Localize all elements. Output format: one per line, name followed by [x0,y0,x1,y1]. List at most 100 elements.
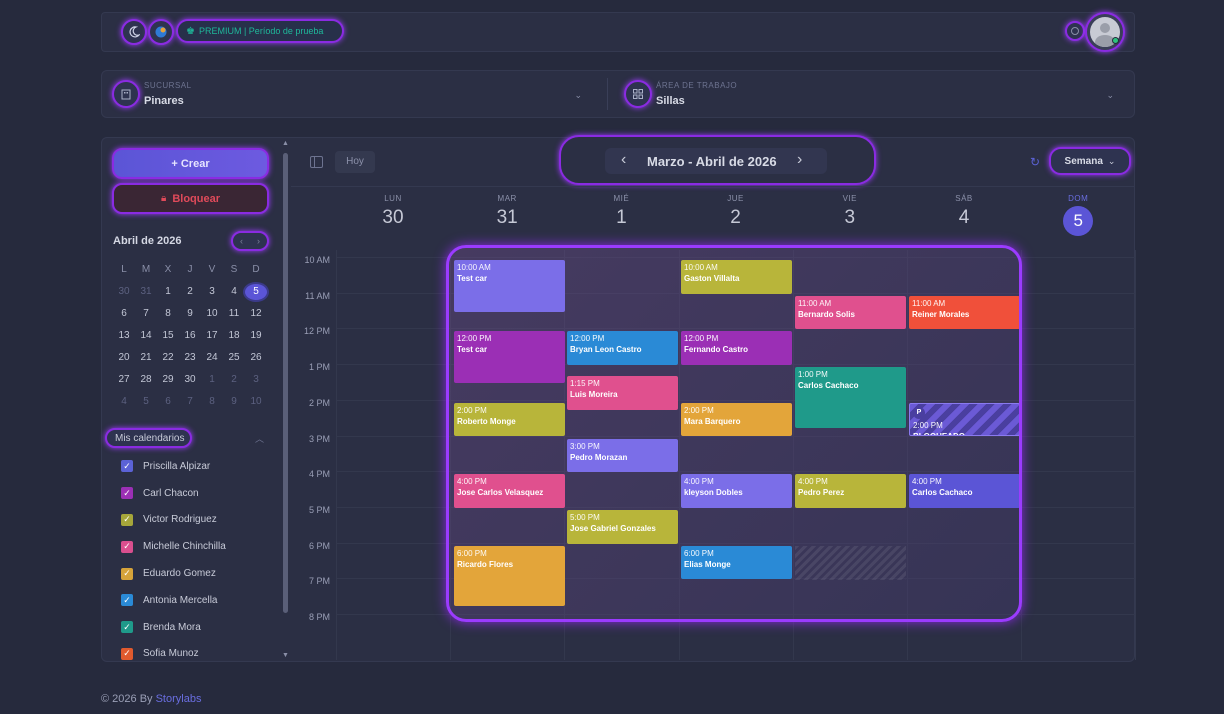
calendar-item[interactable]: ✓ Eduardo Gomez [121,560,281,587]
checkbox-icon[interactable]: ✓ [121,513,133,526]
checkbox-icon[interactable]: ✓ [121,621,133,634]
calendar-event[interactable]: 4:00 PM Carlos Cachaco [909,474,1019,508]
calendar-event[interactable]: 4:00 PM Pedro Perez [795,474,906,508]
day-header[interactable]: DOM 5 [1021,194,1135,236]
premium-badge[interactable]: ♚ PREMIUM | Período de prueba [176,19,344,43]
mini-calendar-day[interactable]: 18 [223,328,245,344]
checkbox-icon[interactable]: ✓ [121,460,133,473]
calendar-event[interactable]: 5:00 PM Jose Gabriel Gonzales [567,509,678,544]
checkbox-icon[interactable]: ✓ [121,567,133,580]
calendar-event[interactable]: 12:00 PM Test car [454,331,565,383]
mini-calendar-day[interactable]: 24 [201,350,223,366]
calendar-event[interactable]: P 2:00 PM BLOQUEADO [909,402,1019,437]
my-calendars-header[interactable]: Mis calendarios [105,428,192,448]
checkbox-icon[interactable]: ✓ [121,487,133,500]
calendar-event[interactable]: 2:00 PM Mara Barquero [681,402,792,437]
previous-week-button[interactable]: ‹ [621,151,626,169]
chevron-up-icon[interactable]: ︿ [255,432,264,445]
calendar-event[interactable]: 2:00 PM Roberto Monge [454,402,565,437]
chevron-right-icon[interactable]: › [257,236,260,246]
calendar-event[interactable]: 11:00 AM Bernardo Solis [795,295,906,330]
day-header[interactable]: LUN 30 [336,194,450,229]
mini-calendar-day[interactable]: 7 [179,394,201,410]
checkbox-icon[interactable]: ✓ [121,540,133,553]
mini-calendar-day[interactable]: 14 [135,328,157,344]
mini-calendar-day[interactable]: 19 [245,328,267,344]
refresh-icon[interactable]: ↻ [1030,155,1040,169]
view-select[interactable]: Semana ⌄ [1049,147,1131,175]
day-header[interactable]: VIE 3 [793,194,907,229]
mini-calendar-day[interactable]: 17 [201,328,223,344]
branch-select[interactable]: SUCURSAL Pinares ⌄ [112,78,592,110]
mini-calendar-day[interactable]: 27 [113,372,135,388]
calendar-event[interactable]: 1:00 PM Carlos Cachaco [795,367,906,428]
mini-calendar-nav[interactable]: ‹ › [231,231,269,251]
calendar-item[interactable]: ✓ Antonia Mercella [121,587,281,614]
mini-calendar-day[interactable]: 16 [179,328,201,344]
mini-calendar-day[interactable]: 20 [113,350,135,366]
calendar-item[interactable]: ✓ Victor Rodriguez [121,507,281,534]
mini-calendar-day[interactable]: 30 [179,372,201,388]
mini-calendar-day[interactable]: 15 [157,328,179,344]
mini-calendar-day[interactable]: 6 [113,306,135,322]
calendar-event[interactable]: 3:00 PM Pedro Morazan [567,438,678,473]
mini-calendar-day[interactable]: 12 [245,306,267,322]
mini-calendar-day[interactable]: 22 [157,350,179,366]
mini-calendar-day[interactable]: 13 [113,328,135,344]
notifications-button[interactable] [1065,21,1085,41]
area-select[interactable]: ÁREA DE TRABAJO Sillas ⌄ [624,78,1124,110]
mini-calendar-day[interactable]: 30 [113,284,135,300]
mini-calendar-day[interactable]: 8 [201,394,223,410]
checkbox-icon[interactable]: ✓ [121,594,133,607]
create-button[interactable]: + Crear [112,148,269,179]
sidebar-toggle-icon[interactable] [310,156,323,168]
calendar-event[interactable]: 4:00 PM kleyson Dobles [681,474,792,508]
mini-calendar-day[interactable]: 4 [113,394,135,410]
footer-brand-link[interactable]: Storylabs [156,693,202,705]
day-header[interactable]: JUE 2 [679,194,793,229]
mini-calendar-day[interactable]: 23 [179,350,201,366]
calendar-event[interactable]: 11:00 AM Reiner Morales [909,295,1019,330]
user-avatar[interactable] [1085,12,1125,52]
mini-calendar-day[interactable]: 4 [223,284,245,300]
calendar-item[interactable]: ✓ Michelle Chinchilla [121,533,281,560]
mini-calendar-day[interactable]: 6 [157,394,179,410]
mini-calendar-day[interactable]: 28 [135,372,157,388]
mini-calendar-today[interactable]: 5 [245,284,267,300]
calendar-event[interactable]: 10:00 AM Test car [454,260,565,312]
calendar-event[interactable]: 12:00 PM Bryan Leon Castro [567,331,678,366]
calendar-event[interactable]: 4:00 PM Jose Carlos Velasquez [454,474,565,508]
mini-calendar-day[interactable]: 8 [157,306,179,322]
calendar-event[interactable]: 6:00 PM Ricardo Flores [454,545,565,607]
checkbox-icon[interactable]: ✓ [121,647,133,660]
mini-calendar-day[interactable]: 5 [135,394,157,410]
mini-calendar-day[interactable]: 25 [223,350,245,366]
mini-calendar-day[interactable]: 1 [201,372,223,388]
mini-calendar-day[interactable]: 10 [245,394,267,410]
language-button[interactable] [148,19,174,45]
today-button[interactable]: Hoy [335,151,375,173]
mini-calendar-day[interactable]: 9 [179,306,201,322]
mini-calendar-day[interactable]: 7 [135,306,157,322]
next-week-button[interactable]: › [797,151,802,169]
chevron-left-icon[interactable]: ‹ [240,236,243,246]
calendar-event[interactable]: 1:15 PM Luis Moreira [567,376,678,410]
day-header[interactable]: SÁB 4 [907,194,1021,229]
block-button[interactable]: 🔒︎ Bloquear [112,183,269,214]
calendar-item[interactable]: ✓ Sofia Munoz [121,641,281,668]
mini-calendar-day[interactable]: 29 [157,372,179,388]
day-header[interactable]: MAR 31 [450,194,564,229]
calendar-item[interactable]: ✓ Carl Chacon [121,480,281,507]
mini-calendar-day[interactable]: 9 [223,394,245,410]
calendar-event[interactable]: 12:00 PM Fernando Castro [681,331,792,366]
mini-calendar-day[interactable]: 3 [201,284,223,300]
mini-calendar-day[interactable]: 3 [245,372,267,388]
mini-calendar-day[interactable]: 21 [135,350,157,366]
calendar-item[interactable]: ✓ Priscilla Alpizar [121,453,281,480]
sidebar-scrollbar[interactable]: ▲ ▼ [282,140,289,660]
theme-toggle-button[interactable] [121,19,147,45]
mini-calendar-day[interactable]: 26 [245,350,267,366]
mini-calendar-day[interactable]: 11 [223,306,245,322]
calendar-event[interactable]: 10:00 AM Gaston Villalta [681,260,792,294]
mini-calendar-day[interactable]: 31 [135,284,157,300]
